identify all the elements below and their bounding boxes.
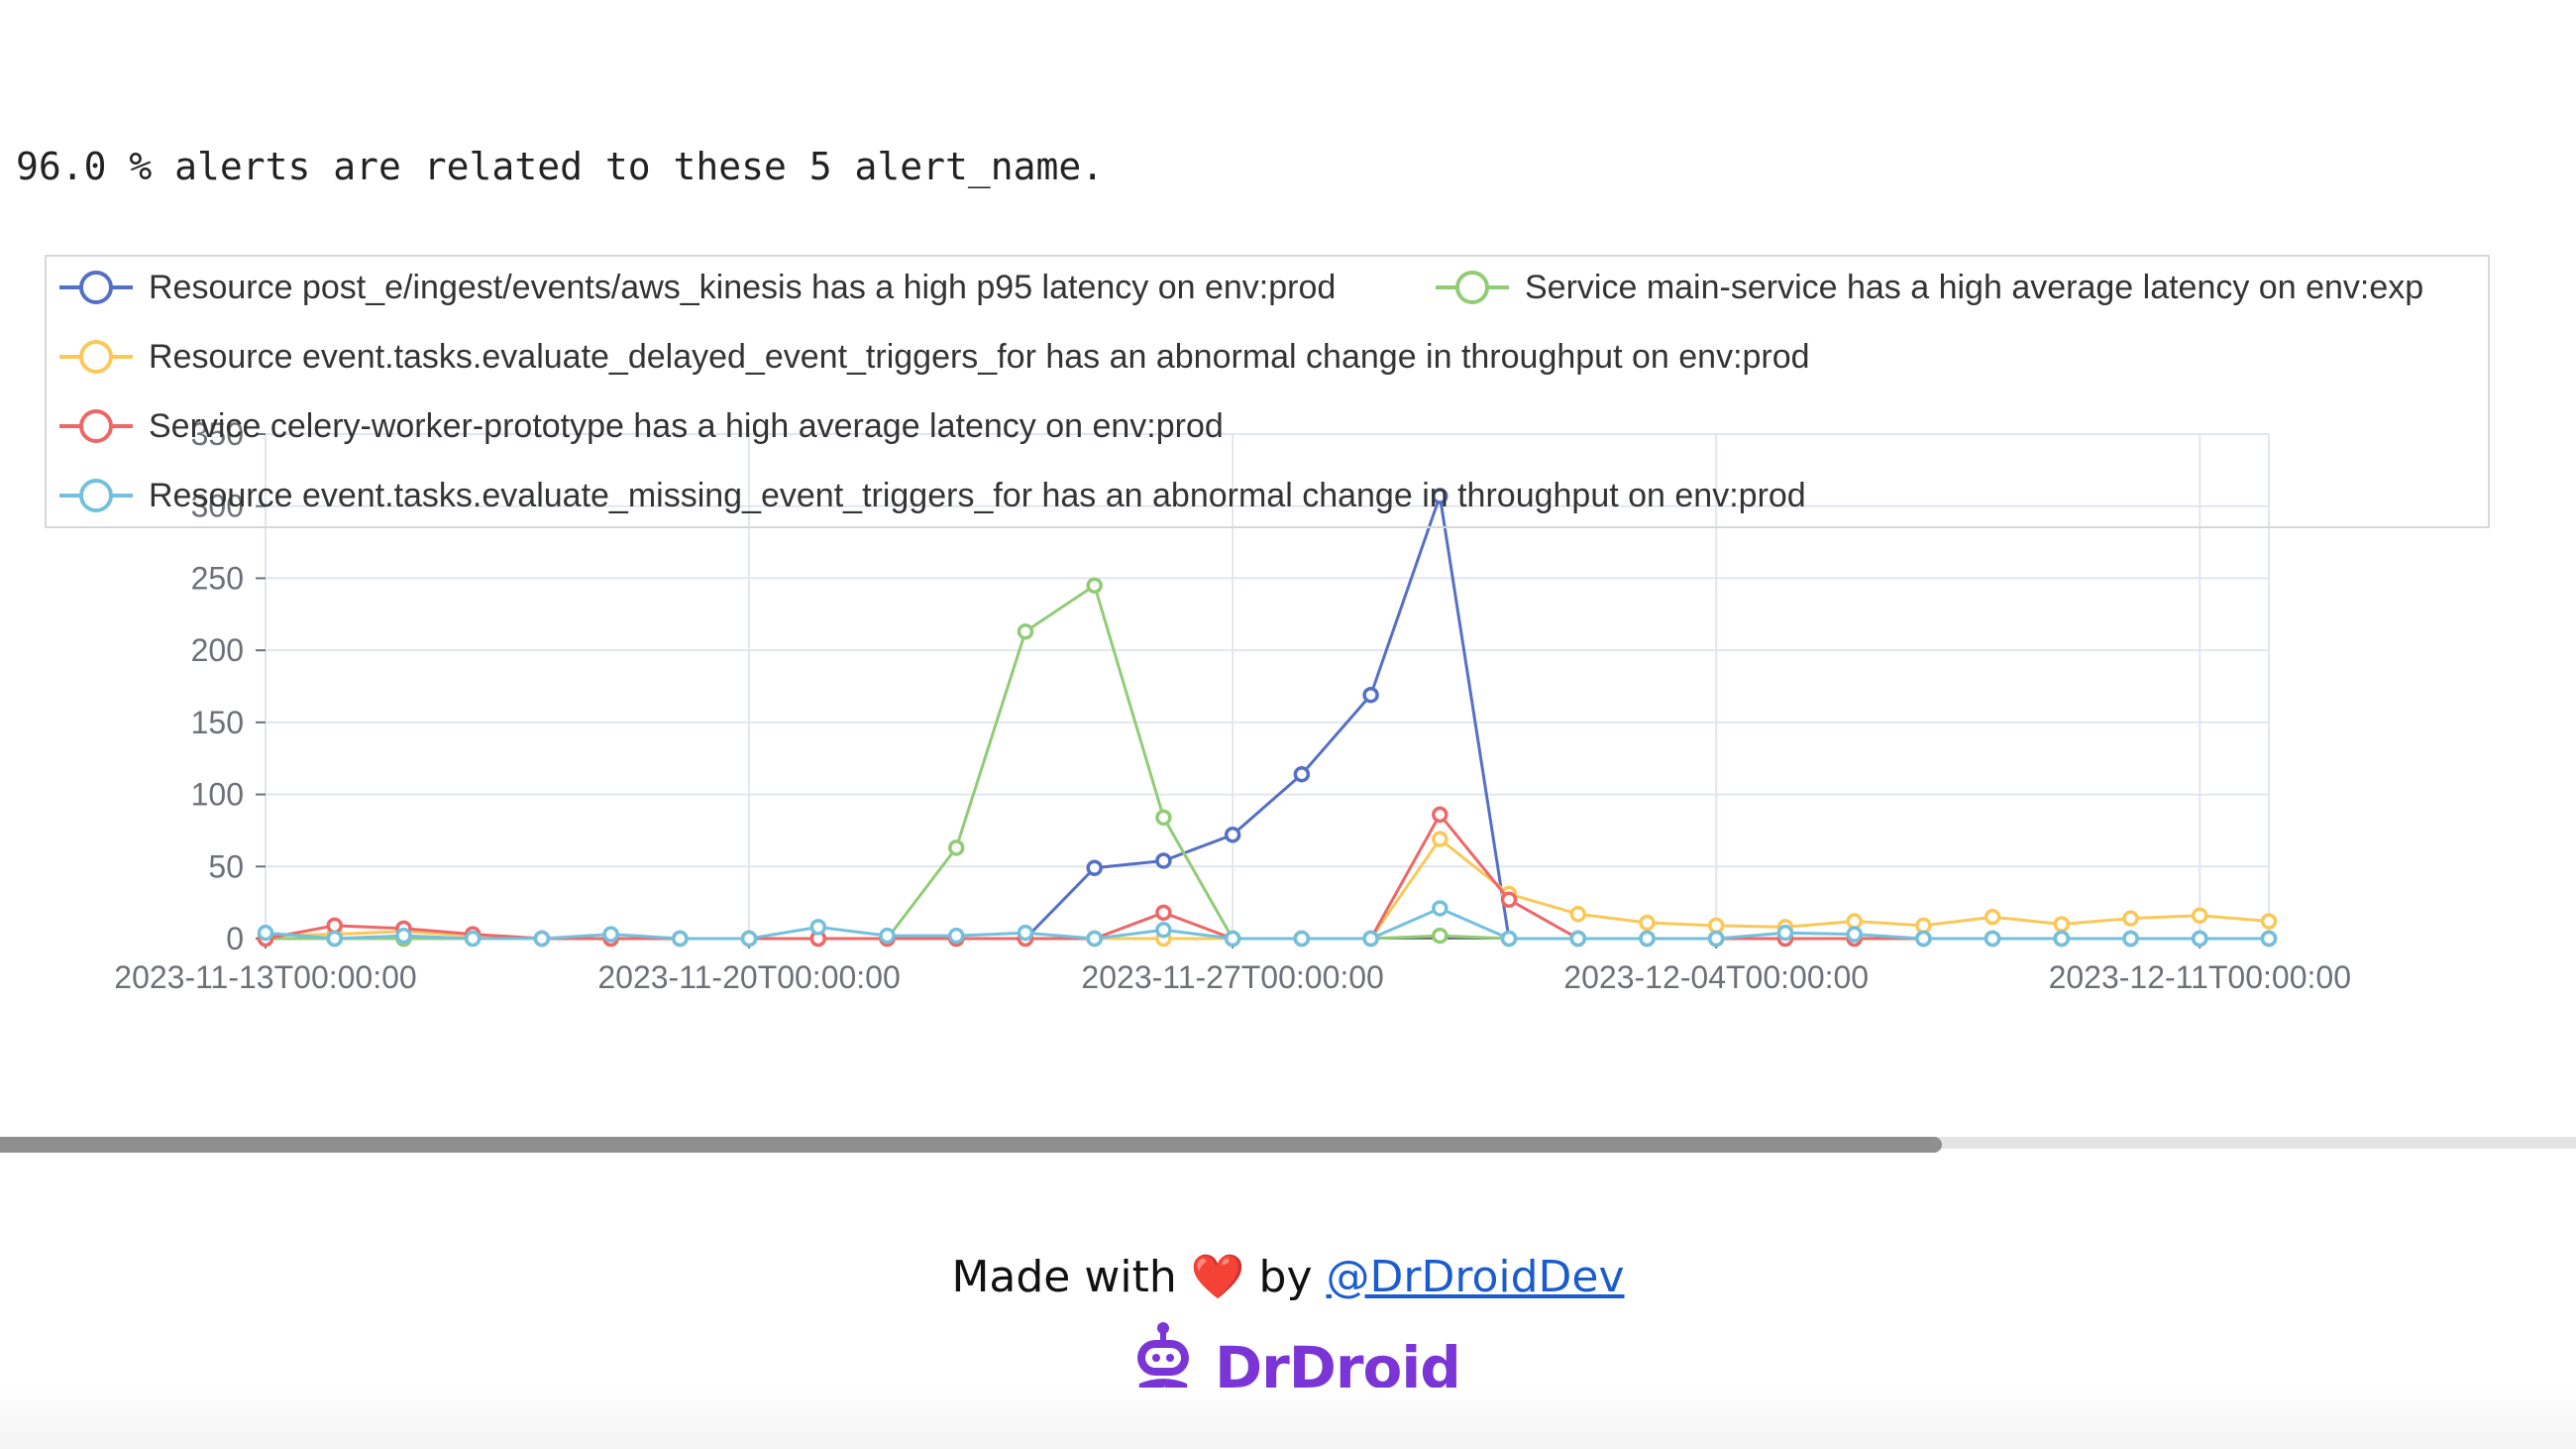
x-tick-label: 2023-11-20T00:00:00 <box>597 959 900 995</box>
data-point <box>602 926 619 943</box>
data-point <box>672 930 689 947</box>
x-tick-label: 2023-12-11T00:00:00 <box>2049 959 2351 995</box>
data-point <box>326 917 343 935</box>
data-point <box>740 930 758 947</box>
legend-label: Resource post_e/ingest/events/aws_kinesi… <box>149 268 1337 306</box>
chart-series <box>257 488 2278 947</box>
data-point <box>947 927 965 945</box>
data-point <box>1915 930 1932 947</box>
bottom-fade <box>0 1388 2576 1449</box>
y-tick-label: 200 <box>191 632 244 668</box>
data-point <box>1086 577 1103 594</box>
data-point <box>1984 930 2001 947</box>
legend-marker-icon <box>59 479 133 512</box>
data-point <box>1846 926 1863 943</box>
y-tick-label: 50 <box>208 848 244 884</box>
made-with-label: Made with <box>951 1252 1177 1302</box>
data-point <box>1432 806 1449 824</box>
y-tick-label: 100 <box>191 777 244 813</box>
data-point <box>1362 686 1379 704</box>
data-point <box>1984 908 2001 926</box>
data-point <box>1155 904 1172 922</box>
data-point <box>1362 930 1379 947</box>
data-point <box>947 839 965 856</box>
data-point <box>533 930 551 947</box>
data-point <box>1224 930 1241 947</box>
series-line <box>266 583 2269 941</box>
made-with-credit: Made with ❤️ by @DrDroidDev <box>0 1251 2576 1302</box>
legend-marker-icon <box>59 340 133 374</box>
series-1 <box>257 488 2278 947</box>
data-point <box>2260 913 2278 930</box>
data-point <box>257 924 274 942</box>
legend-item-2[interactable]: Service main-service has a high average … <box>1434 263 2423 312</box>
data-point <box>809 919 827 936</box>
data-point <box>2192 930 2208 947</box>
legend-label: Service celery-worker-prototype has a hi… <box>149 406 1224 445</box>
data-point <box>2122 910 2139 927</box>
series-2 <box>257 577 2278 947</box>
data-point <box>1915 917 1932 935</box>
heart-icon: ❤️ <box>1190 1252 1245 1302</box>
data-point <box>1776 924 1794 942</box>
y-tick-label: 250 <box>191 560 244 596</box>
legend-label: Resource event.tasks.evaluate_missing_ev… <box>149 476 1806 514</box>
data-point <box>326 930 343 947</box>
series-line <box>266 496 2269 941</box>
series-5 <box>257 900 2278 947</box>
series-line <box>265 906 2269 941</box>
data-point <box>1432 900 1449 917</box>
legend-label: Resource event.tasks.evaluate_delayed_ev… <box>149 337 1810 376</box>
data-point <box>1639 930 1656 947</box>
data-point <box>1846 913 1863 930</box>
y-tick-label: 150 <box>191 705 244 740</box>
y-tick-label: 0 <box>226 921 244 956</box>
legend-item-1[interactable]: Resource post_e/ingest/events/aws_kinesi… <box>57 263 1336 312</box>
data-point <box>1432 831 1449 847</box>
horizontal-scrollbar-thumb[interactable] <box>0 1137 1942 1153</box>
data-point <box>1293 930 1311 947</box>
data-point <box>1639 914 1656 932</box>
legend-item-4[interactable]: Service celery-worker-prototype has a hi… <box>57 401 1224 451</box>
data-point <box>1432 927 1449 945</box>
data-point <box>1086 930 1103 947</box>
data-point <box>464 930 482 947</box>
data-point <box>1293 765 1311 783</box>
data-point <box>1155 852 1172 869</box>
data-point <box>1155 809 1172 827</box>
legend-item-5[interactable]: Resource event.tasks.evaluate_missing_ev… <box>57 471 1806 520</box>
x-tick-label: 2023-12-04T00:00:00 <box>1563 959 1869 995</box>
series-4 <box>257 806 2278 947</box>
data-point <box>1224 827 1241 843</box>
by-label: by <box>1258 1252 1313 1302</box>
legend-marker-icon <box>59 271 133 304</box>
drdroid-dev-link[interactable]: @DrDroidDev <box>1326 1252 1624 1302</box>
data-point <box>1707 930 1725 947</box>
data-point <box>1500 930 1518 947</box>
data-point <box>2122 930 2139 947</box>
data-point <box>1569 930 1587 947</box>
legend-marker-icon <box>1436 271 1509 304</box>
x-tick-label: 2023-11-27T00:00:00 <box>1081 959 1383 995</box>
legend-item-3[interactable]: Resource event.tasks.evaluate_delayed_ev… <box>57 332 1810 382</box>
series-3 <box>257 831 2278 947</box>
data-point <box>2260 930 2278 947</box>
series-line <box>265 836 2270 941</box>
data-point <box>1017 622 1034 640</box>
data-point <box>1569 906 1587 923</box>
data-point <box>1500 891 1518 908</box>
data-point <box>395 927 412 945</box>
legend-label: Service main-service has a high average … <box>1525 268 2424 306</box>
data-point <box>2053 916 2071 933</box>
legend-marker-icon <box>59 409 133 443</box>
data-point <box>2053 930 2071 947</box>
data-point <box>1155 922 1172 939</box>
data-point <box>1086 859 1103 876</box>
data-point <box>1017 924 1034 942</box>
data-point <box>879 927 896 945</box>
data-point <box>1707 917 1725 935</box>
data-point <box>2192 907 2208 924</box>
x-tick-label: 2023-11-13T00:00:00 <box>114 959 416 995</box>
line-chart: 0501001502002503003502023-11-13T00:00:00… <box>114 416 2351 995</box>
